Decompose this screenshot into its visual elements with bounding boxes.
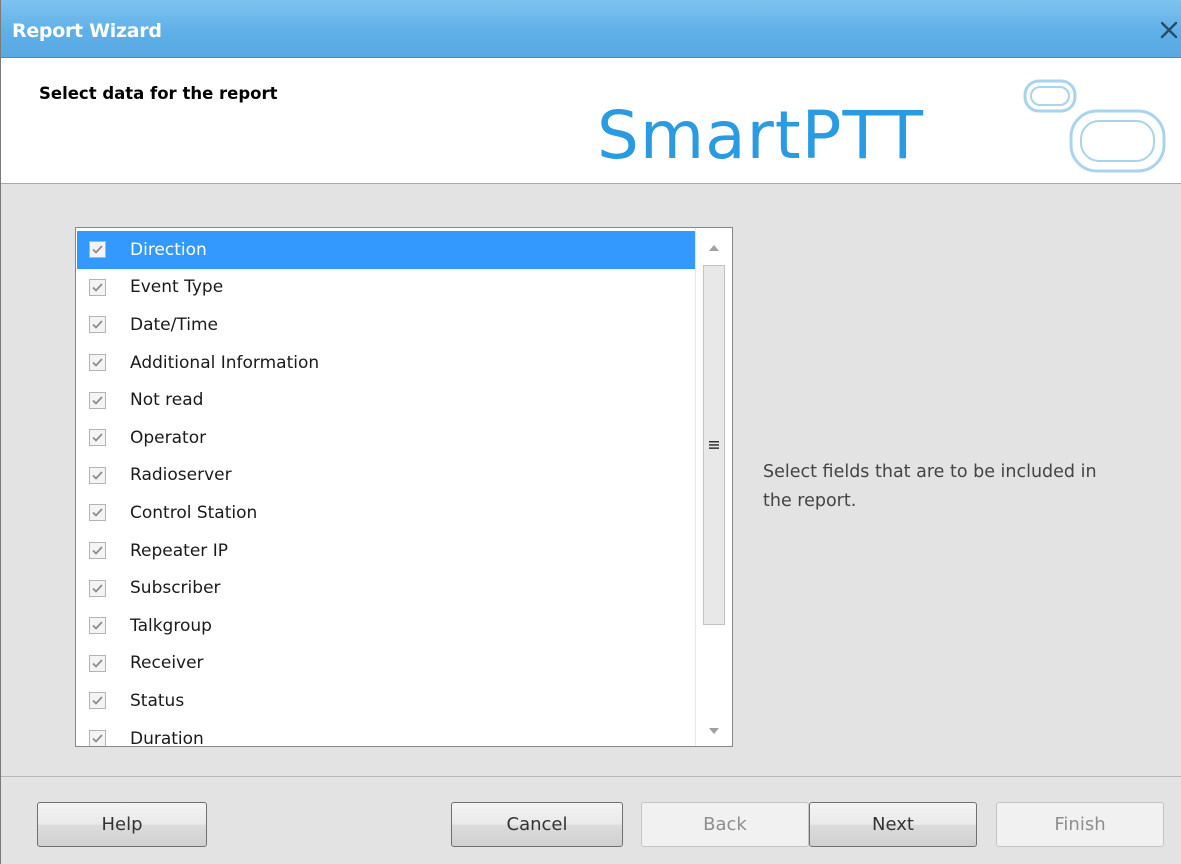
list-item-label: Event Type	[130, 277, 224, 298]
checkmark-icon	[92, 245, 103, 255]
list-item[interactable]: Not read	[77, 381, 695, 419]
scroll-up-icon	[709, 245, 719, 251]
scroll-down-icon	[709, 728, 719, 734]
checkbox[interactable]	[89, 692, 106, 710]
window-title: Report Wizard	[12, 20, 162, 42]
list-item[interactable]: Direction	[77, 231, 695, 269]
checkmark-icon	[92, 546, 103, 555]
list-item[interactable]: Talkgroup	[77, 607, 695, 645]
list-item-label: Subscriber	[130, 578, 221, 599]
checkbox[interactable]	[89, 241, 106, 259]
list-item-label: Talkgroup	[130, 615, 212, 636]
list-item-label: Radioserver	[130, 465, 232, 486]
list-item[interactable]: Repeater IP	[77, 532, 695, 570]
list-item[interactable]: Operator	[77, 419, 695, 457]
scroll-down-button[interactable]	[696, 716, 732, 746]
checkbox[interactable]	[89, 354, 106, 372]
checkmark-icon	[92, 320, 103, 330]
smartptt-logo: SmartPTT	[597, 79, 1166, 174]
checkbox[interactable]	[89, 542, 106, 560]
back-button[interactable]: Back	[641, 802, 809, 847]
checkmark-icon	[92, 433, 103, 443]
list-item[interactable]: Status	[77, 682, 695, 720]
list-item[interactable]: Receiver	[77, 645, 695, 683]
list-item[interactable]: Additional Information	[77, 344, 695, 382]
checkbox[interactable]	[89, 278, 106, 296]
hint-text: Select fields that are to be included in…	[763, 462, 1097, 511]
checkmark-icon	[92, 508, 103, 518]
checkmark-icon	[92, 734, 103, 743]
next-button[interactable]: Next	[809, 802, 977, 847]
fields-list: Direction Event Type Date/Time Additional I…	[77, 231, 695, 747]
scroll-up-button[interactable]	[696, 233, 732, 263]
list-item-label: Receiver	[130, 653, 204, 674]
list-item-label: Not read	[130, 390, 204, 411]
list-item[interactable]: Subscriber	[77, 569, 695, 607]
list-item-label: Control Station	[130, 502, 258, 523]
checkbox[interactable]	[89, 391, 106, 409]
list-scrollbar[interactable]	[695, 228, 732, 746]
close-icon	[1160, 21, 1178, 39]
checkmark-icon	[92, 471, 103, 480]
checkbox[interactable]	[89, 730, 106, 746]
report-wizard-window: Report Wizard Select data for the report…	[0, 0, 1181, 864]
list-item-label: Date/Time	[130, 314, 218, 335]
list-item[interactable]: Control Station	[77, 494, 695, 532]
checkmark-icon	[92, 584, 103, 593]
list-item-label: Direction	[130, 239, 207, 260]
list-item-label: Operator	[130, 427, 207, 448]
list-item-label: Duration	[130, 728, 204, 747]
checkbox[interactable]	[89, 579, 106, 597]
list-item-label: Status	[130, 690, 185, 711]
list-item[interactable]: Duration	[77, 720, 695, 747]
list-item[interactable]: Event Type	[77, 269, 695, 307]
finish-button[interactable]: Finish	[996, 802, 1164, 847]
page-subtitle: Select data for the report	[39, 84, 278, 103]
grip-icon	[709, 441, 719, 449]
close-button[interactable]	[1156, 15, 1181, 45]
help-button[interactable]: Help	[37, 802, 207, 847]
list-item[interactable]: Radioserver	[77, 457, 695, 495]
checkmark-icon	[92, 621, 103, 631]
scroll-thumb[interactable]	[703, 265, 725, 625]
logo-text: SmartPTT	[597, 97, 924, 174]
fields-listbox[interactable]: Direction Event Type Date/Time Additional I…	[75, 227, 733, 747]
checkmark-icon	[92, 358, 103, 367]
title-bar: Report Wizard	[1, 0, 1181, 58]
list-item-label: Repeater IP	[130, 540, 228, 561]
checkbox[interactable]	[89, 466, 106, 484]
checkbox[interactable]	[89, 617, 106, 635]
checkmark-icon	[92, 283, 103, 292]
checkmark-icon	[92, 396, 103, 405]
wizard-header: Select data for the report SmartPTT	[1, 58, 1181, 184]
checkmark-icon	[92, 659, 103, 668]
checkbox[interactable]	[89, 429, 106, 447]
checkbox[interactable]	[89, 316, 106, 334]
checkbox[interactable]	[89, 504, 106, 522]
checkmark-icon	[92, 696, 103, 706]
wizard-footer: Help Cancel Back Next Finish	[1, 776, 1181, 864]
list-item[interactable]: Date/Time	[77, 306, 695, 344]
wizard-body: Direction Event Type Date/Time Additional I…	[1, 184, 1181, 776]
checkbox[interactable]	[89, 654, 106, 672]
list-item-label: Additional Information	[130, 352, 320, 373]
cancel-button[interactable]: Cancel	[451, 802, 623, 847]
